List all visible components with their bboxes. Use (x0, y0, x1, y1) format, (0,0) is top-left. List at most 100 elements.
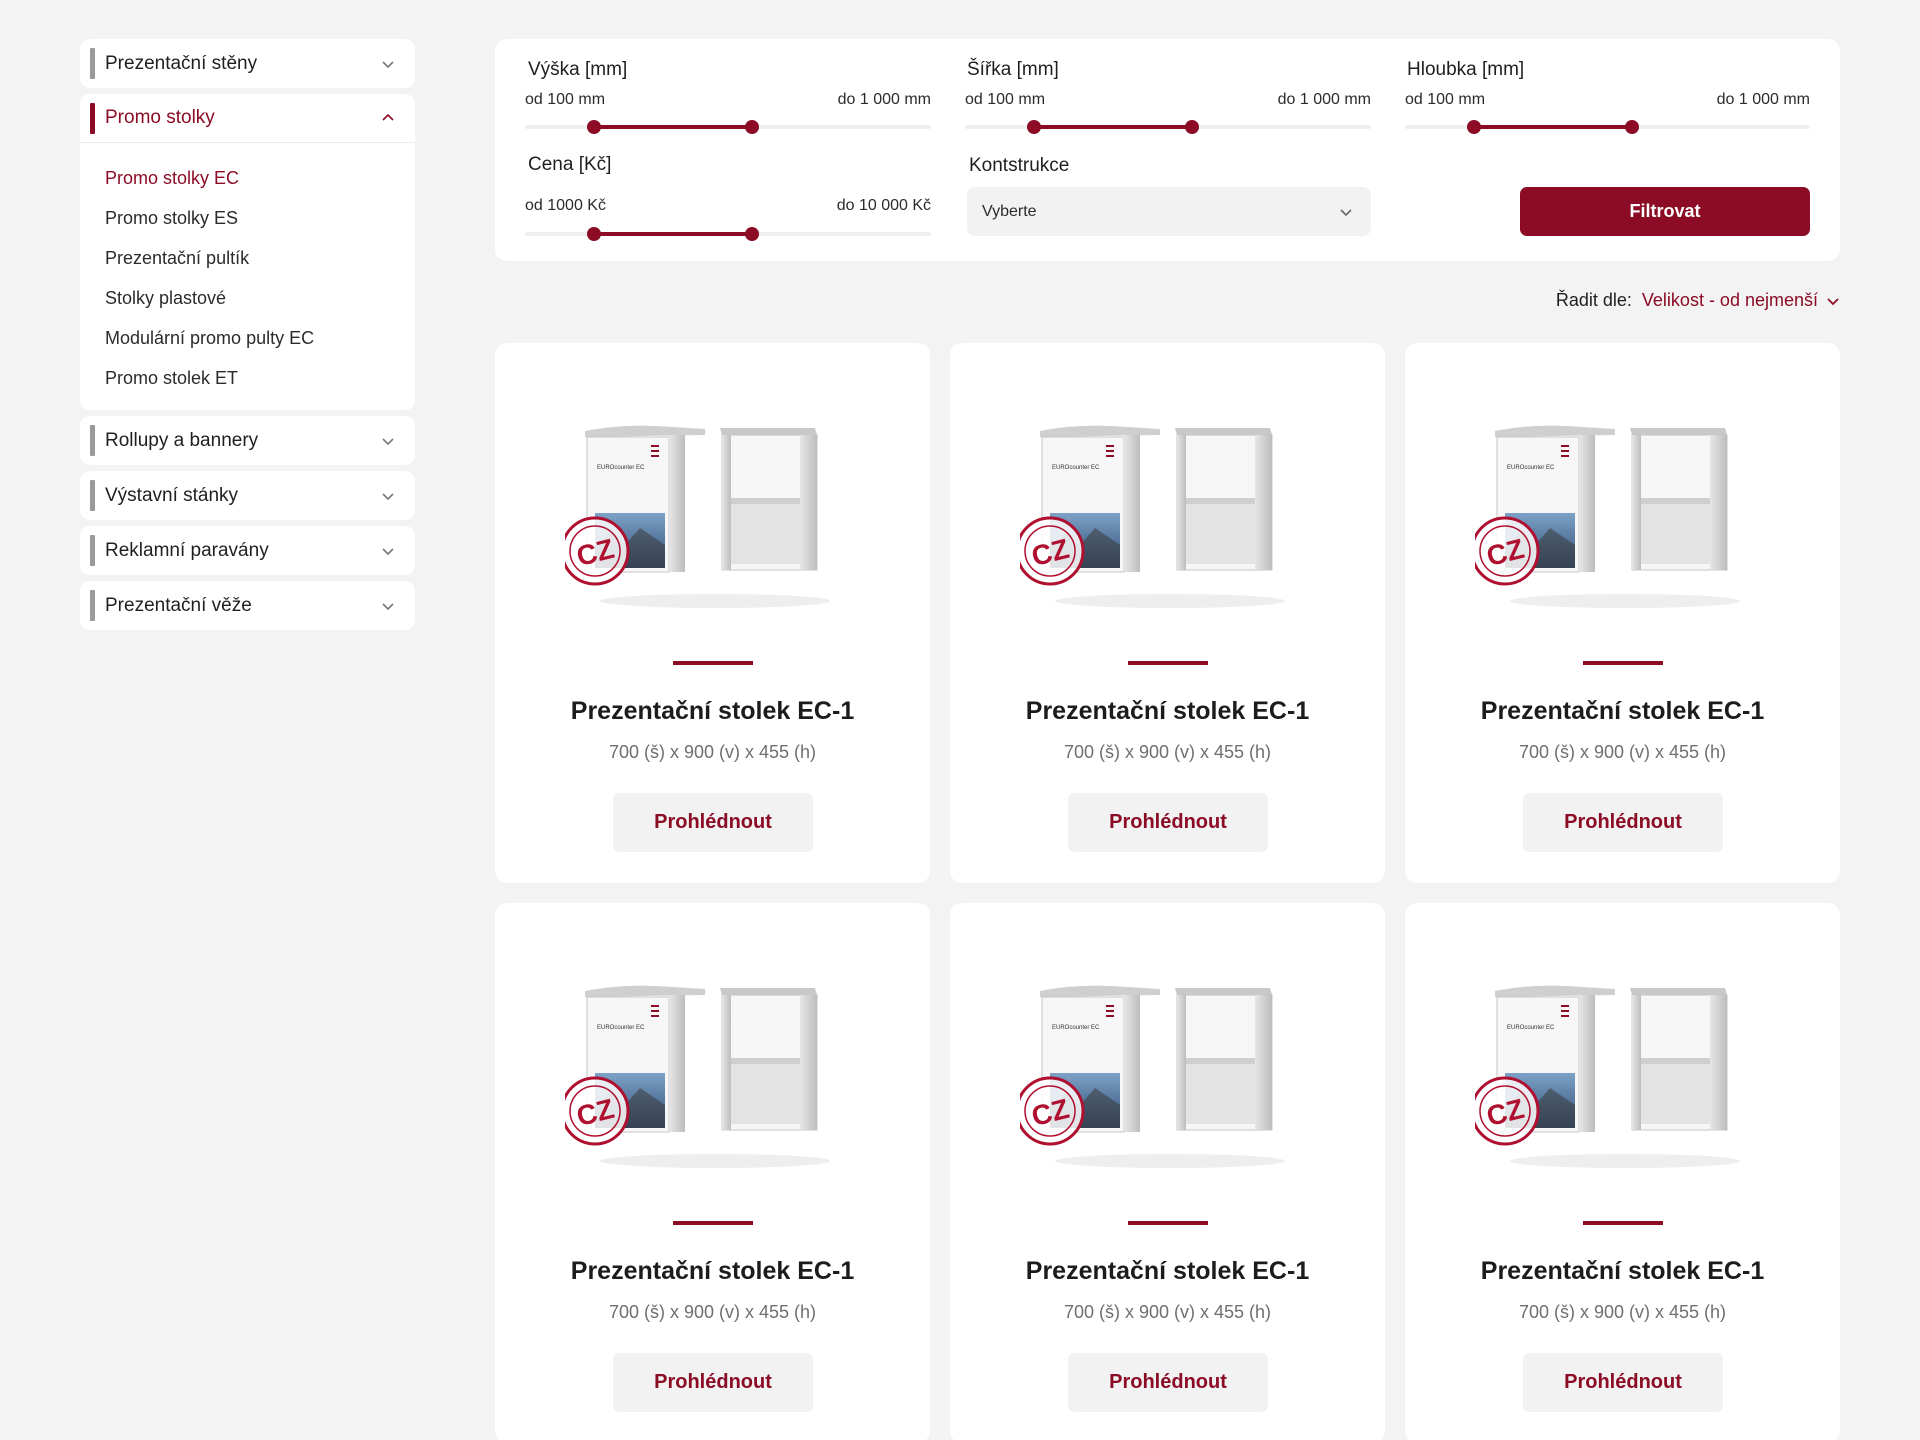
product-card: EUROcounter EC CZ Prezentační stolek EC-… (1405, 343, 1840, 883)
sort-control[interactable]: Řadit dle: Velikost - od nejmenší (1556, 290, 1840, 311)
filter-width-range-labels: od 100 mm do 1 000 mm (965, 91, 1371, 109)
range-to-label: do 1 000 mm (1277, 91, 1371, 108)
slider-handle-min[interactable] (587, 227, 602, 241)
filter-price-title: Cena [Kč] (528, 154, 612, 175)
product-title[interactable]: Prezentační stolek EC-1 (1405, 697, 1840, 726)
filter-depth-title: Hloubka [mm] (1407, 59, 1525, 80)
product-image: EUROcounter EC CZ (565, 425, 830, 608)
product-title[interactable]: Prezentační stolek EC-1 (950, 1257, 1385, 1286)
product-card: EUROcounter EC CZ Prezentační stolek EC-… (950, 903, 1385, 1440)
slider-handle-min[interactable] (587, 120, 602, 134)
slider-handle-max[interactable] (745, 120, 760, 134)
category-marker (90, 48, 95, 79)
category-header[interactable]: Výstavní stánky (80, 471, 415, 520)
slider-handle-max[interactable] (745, 227, 760, 241)
view-product-button[interactable]: Prohlédnout (1523, 1353, 1723, 1412)
chevron-up-icon (381, 111, 395, 125)
category-label: Výstavní stánky (105, 484, 239, 506)
filter-button[interactable]: Filtrovat (1520, 187, 1810, 236)
product-dimensions: 700 (š) x 900 (v) x 455 (h) (1063, 1302, 1272, 1322)
category-marker (90, 535, 95, 566)
accent-line (1583, 1221, 1663, 1225)
product-grid: EUROcounter EC CZ Prezentační stolek EC-… (495, 343, 1840, 1440)
sort-value: Velikost - od nejmenší (1641, 290, 1818, 310)
accent-line (1128, 661, 1208, 665)
product-dimensions: 700 (š) x 900 (v) x 455 (h) (1518, 1302, 1727, 1322)
range-from-label: od 100 mm (525, 91, 606, 108)
product-image: EUROcounter EC CZ (1020, 985, 1285, 1168)
range-to-label: do 1 000 mm (1716, 91, 1810, 108)
product-image: EUROcounter EC CZ (565, 985, 830, 1168)
product-card: EUROcounter EC CZ Prezentační stolek EC-… (950, 343, 1385, 883)
product-title[interactable]: Prezentační stolek EC-1 (495, 1257, 930, 1286)
category-marker (90, 590, 95, 621)
slider-fill (594, 232, 753, 236)
range-from-label: od 1000 Kč (525, 197, 606, 214)
accent-line (673, 661, 753, 665)
category-header[interactable]: Reklamní paravány (80, 526, 415, 575)
category-header[interactable]: Rollupy a bannery (80, 416, 415, 465)
construction-select[interactable]: Vyberte (967, 187, 1371, 236)
range-to-label: do 1 000 mm (837, 91, 931, 108)
panel-brand-text: EUROcounter EC (1052, 1025, 1100, 1031)
slider-handle-min[interactable] (1466, 120, 1481, 134)
category-header[interactable]: Prezentační věže (80, 581, 415, 630)
product-dimensions: 700 (š) x 900 (v) x 455 (h) (608, 742, 817, 762)
subcategory-item[interactable]: Promo stolek ET (105, 358, 415, 398)
chevron-down-icon (381, 434, 395, 448)
product-card: EUROcounter EC CZ Prezentační stolek EC-… (495, 343, 930, 883)
category-sidebar: Prezentační stěny Promo stolky Promo sto… (80, 39, 415, 636)
filter-price-range-labels: od 1000 Kč do 10 000 Kč (525, 197, 931, 215)
subcategory-item[interactable]: Promo stolky EC (105, 158, 415, 198)
view-product-button[interactable]: Prohlédnout (613, 793, 813, 852)
view-product-button[interactable]: Prohlédnout (1068, 793, 1268, 852)
accent-line (1583, 661, 1663, 665)
filter-panel: Výška [mm] od 100 mm do 1 000 mm Šířka [… (495, 39, 1840, 261)
depth-range-slider[interactable] (1405, 120, 1810, 134)
product-dimensions: 700 (š) x 900 (v) x 455 (h) (1063, 742, 1272, 762)
view-product-button[interactable]: Prohlédnout (1068, 1353, 1268, 1412)
chevron-down-icon (381, 489, 395, 503)
slider-handle-min[interactable] (1027, 120, 1042, 134)
view-product-button[interactable]: Prohlédnout (613, 1353, 813, 1412)
product-card: EUROcounter EC CZ Prezentační stolek EC-… (1405, 903, 1840, 1440)
filter-height-title: Výška [mm] (528, 59, 628, 80)
subcategory-item[interactable]: Modulární promo pulty EC (105, 318, 415, 358)
product-dimensions: 700 (š) x 900 (v) x 455 (h) (1518, 742, 1727, 762)
product-image: EUROcounter EC CZ (1475, 985, 1740, 1168)
range-from-label: od 100 mm (965, 91, 1046, 108)
height-range-slider[interactable] (525, 120, 931, 134)
category-label: Prezentační věže (105, 594, 252, 616)
filter-height-range-labels: od 100 mm do 1 000 mm (525, 91, 931, 109)
product-image: EUROcounter EC CZ (1020, 425, 1285, 608)
subcategory-list: Promo stolky EC Promo stolky ES Prezenta… (80, 143, 415, 410)
slider-handle-max[interactable] (1185, 120, 1200, 134)
width-range-slider[interactable] (965, 120, 1371, 134)
view-product-button[interactable]: Prohlédnout (1523, 793, 1723, 852)
product-title[interactable]: Prezentační stolek EC-1 (495, 697, 930, 726)
slider-fill (1034, 125, 1193, 129)
category-header[interactable]: Prezentační stěny (80, 39, 415, 88)
category-vystavni-stanky: Výstavní stánky (80, 471, 415, 520)
category-header[interactable]: Promo stolky (80, 94, 415, 143)
slider-fill (594, 125, 753, 129)
product-dimensions: 700 (š) x 900 (v) x 455 (h) (608, 1302, 817, 1322)
slider-handle-max[interactable] (1624, 120, 1639, 134)
chevron-down-icon (1340, 208, 1352, 216)
category-label: Prezentační stěny (105, 52, 258, 74)
chevron-down-icon (381, 57, 395, 71)
panel-brand-text: EUROcounter EC (597, 1025, 645, 1031)
accent-line (1128, 1221, 1208, 1225)
category-marker (90, 103, 95, 134)
product-title[interactable]: Prezentační stolek EC-1 (1405, 1257, 1840, 1286)
product-title[interactable]: Prezentační stolek EC-1 (950, 697, 1385, 726)
panel-brand-text: EUROcounter EC (597, 465, 645, 471)
price-range-slider[interactable] (525, 227, 931, 241)
subcategory-item[interactable]: Stolky plastové (105, 278, 415, 318)
subcategory-item[interactable]: Promo stolky ES (105, 198, 415, 238)
panel-brand-text: EUROcounter EC (1507, 465, 1555, 471)
subcategory-item[interactable]: Prezentační pultík (105, 238, 415, 278)
sort-label: Řadit dle: (1555, 290, 1632, 310)
product-image: EUROcounter EC CZ (1475, 425, 1740, 608)
category-prezentacni-steny: Prezentační stěny (80, 39, 415, 88)
